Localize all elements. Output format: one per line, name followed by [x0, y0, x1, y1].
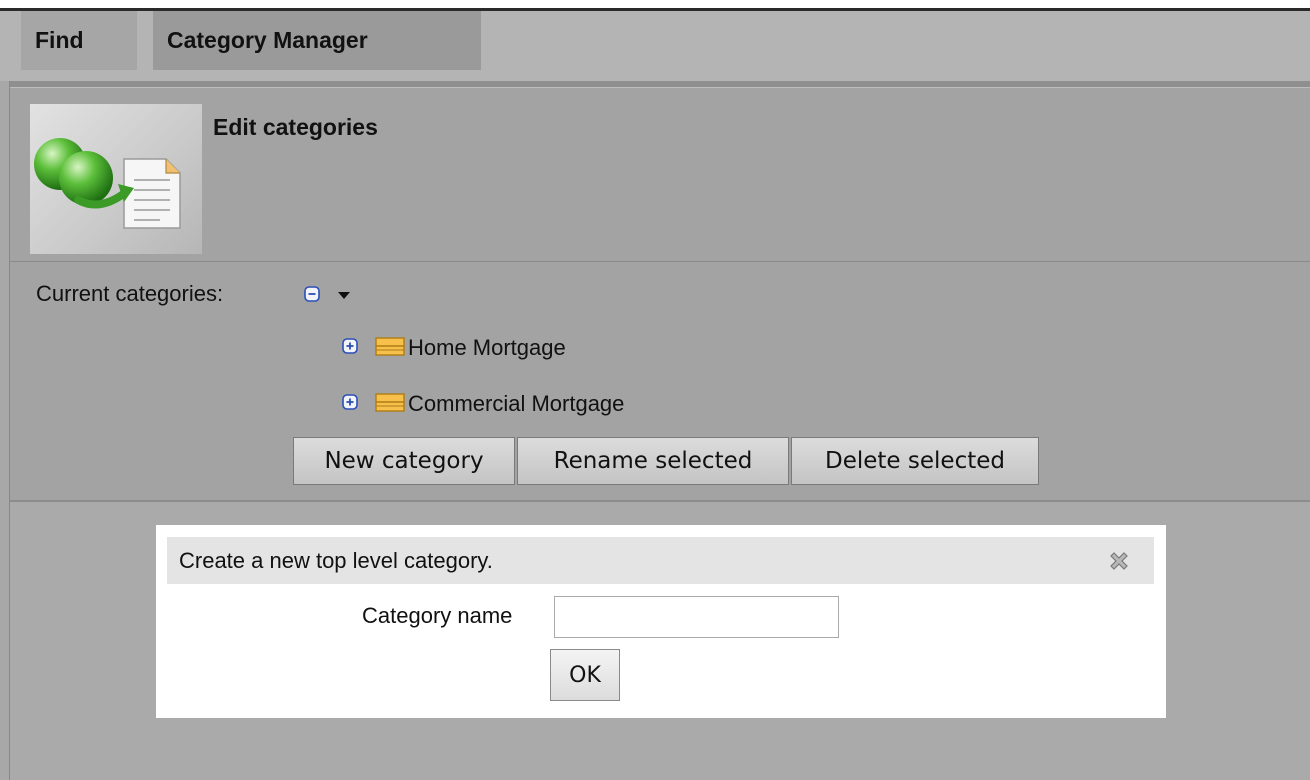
category-name-label: Category name: [362, 603, 513, 628]
category-manager-icon: [30, 104, 202, 254]
folder-icon: [374, 391, 406, 418]
category-name-input[interactable]: [554, 596, 839, 638]
top-window-edge: [0, 0, 1310, 8]
current-categories-label: Current categories:: [36, 281, 224, 306]
ok-button[interactable]: OK: [550, 649, 620, 701]
folder-icon: [374, 335, 406, 362]
category-actions: New category Rename selected Delete sele…: [293, 437, 1041, 485]
page-title: Edit categories: [213, 114, 378, 140]
tree-item[interactable]: Commercial Mortgage: [342, 389, 624, 419]
rename-selected-button[interactable]: Rename selected: [517, 437, 789, 485]
tab-find[interactable]: Find: [21, 11, 137, 70]
tab-category-manager[interactable]: Category Manager: [153, 11, 481, 70]
header-divider: [10, 261, 1310, 262]
category-panel: Edit categories Current categories: Home…: [10, 87, 1310, 502]
tree-item-label[interactable]: Home Mortgage: [408, 335, 566, 361]
tree-item-label[interactable]: Commercial Mortgage: [408, 391, 624, 417]
panel-divider: [10, 500, 1310, 502]
tree-item[interactable]: Home Mortgage: [342, 333, 566, 363]
dialog-header: Create a new top level category.: [167, 537, 1154, 584]
expand-icon[interactable]: [342, 337, 358, 359]
tab-category-manager-label: Category Manager: [167, 27, 368, 53]
collapse-icon[interactable]: [304, 286, 320, 307]
dropdown-arrow-icon[interactable]: [337, 288, 351, 306]
new-category-dialog: Create a new top level category. Categor…: [156, 525, 1166, 718]
tab-find-label: Find: [35, 27, 84, 53]
left-border: [0, 81, 10, 780]
close-icon[interactable]: [1107, 549, 1131, 578]
dialog-title: Create a new top level category.: [179, 548, 493, 573]
new-category-button[interactable]: New category: [293, 437, 515, 485]
expand-icon[interactable]: [342, 393, 358, 415]
delete-selected-button[interactable]: Delete selected: [791, 437, 1039, 485]
